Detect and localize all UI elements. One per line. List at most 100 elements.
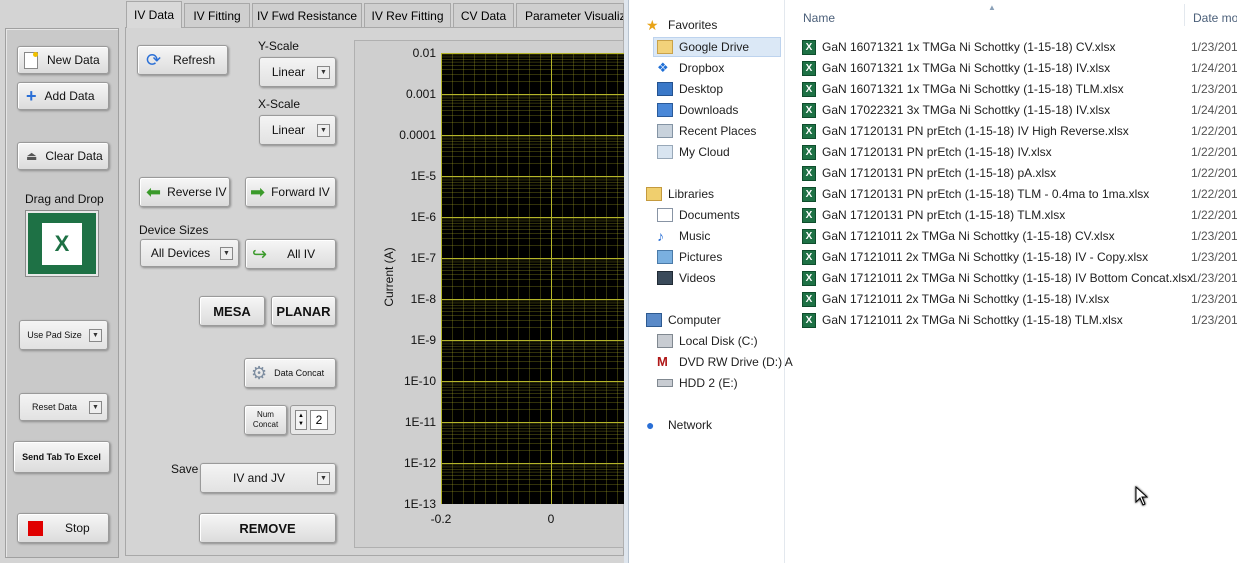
file-row[interactable]: X GaN 16071321 1x TMGa Ni Schottky (1-15-… [802,79,1124,99]
excel-file-icon: X [802,39,816,55]
tab-iv-fitting[interactable]: IV Fitting [184,3,250,27]
x-scale-select[interactable]: Linear ▼ [259,115,336,145]
tab-iv-fwd-resistance[interactable]: IV Fwd Resistance [252,3,362,27]
file-row[interactable]: X GaN 17120131 PN prEtch (1-15-18) IV.xls… [802,142,1052,162]
tab-parameter-visualization[interactable]: Parameter Visualiz [516,3,624,27]
file-name: GaN 16071321 1x TMGa Ni Schottky (1-15-1… [822,40,1116,54]
file-name: GaN 17121011 2x TMGa Ni Schottky (1-15-1… [822,292,1110,306]
nav-local-disk-c[interactable]: Local Disk (C:) [657,334,758,348]
add-data-button[interactable]: + Add Data [17,82,109,110]
nav-pictures[interactable]: Pictures [657,250,722,264]
save-select[interactable]: IV and JV ▼ [200,463,336,493]
file-row[interactable]: X GaN 17120131 PN prEtch (1-15-18) TLM - … [802,184,1149,204]
y-scale-select[interactable]: Linear ▼ [259,57,336,87]
file-row[interactable]: X GaN 16071321 1x TMGa Ni Schottky (1-15-… [802,58,1110,78]
file-row[interactable]: X GaN 17120131 PN prEtch (1-15-18) IV Hig… [802,121,1129,141]
file-name: GaN 17120131 PN prEtch (1-15-18) TLM.xls… [822,208,1066,222]
reset-data-select[interactable]: Reset Data ▼ [19,393,108,421]
column-header-name[interactable]: Name [803,11,835,25]
column-divider[interactable] [1184,4,1185,26]
nav-libraries[interactable]: Libraries [646,187,714,201]
tab-cv-data[interactable]: CV Data [453,3,514,27]
nav-downloads[interactable]: Downloads [657,103,738,117]
nav-google-drive[interactable]: Google Drive [657,40,749,54]
new-file-icon [24,51,38,69]
file-row[interactable]: X GaN 17120131 PN prEtch (1-15-18) pA.xls… [802,163,1056,183]
nav-music[interactable]: ♪ Music [657,229,710,243]
data-concat-button[interactable]: ⚙ Data Concat [244,358,336,388]
new-data-button[interactable]: New Data [17,46,109,74]
excel-file-icon: X [802,207,816,223]
y-tick-label: 1E-11 [404,415,436,429]
nav-videos[interactable]: Videos [657,271,715,285]
stop-button[interactable]: Stop [17,513,109,543]
y-scale-value: Linear [271,65,306,79]
excel-file-icon: X [802,186,816,202]
plot-area[interactable] [441,53,624,504]
forward-iv-button[interactable]: ➡ Forward IV [245,177,336,207]
chevron-down-icon: ▼ [220,246,233,260]
file-row[interactable]: X GaN 17121011 2x TMGa Ni Schottky (1-15-… [802,268,1193,288]
stepper-arrows-icon[interactable]: ▲ ▼ [295,410,307,430]
y-tick-label: 1E-5 [410,169,436,183]
folder-icon [657,40,673,54]
file-row[interactable]: X GaN 17121011 2x TMGa Ni Schottky (1-15-… [802,289,1109,309]
planar-button[interactable]: PLANAR [271,296,336,326]
downloads-icon [657,103,673,117]
clear-data-button[interactable]: ⏏ Clear Data [17,142,109,170]
arrow-left-icon: ⬅ [146,182,162,202]
device-sizes-value: All Devices [150,246,211,260]
file-name: GaN 17121011 2x TMGa Ni Schottky (1-15-1… [822,313,1123,327]
num-concat-label-2: Concat [252,420,279,429]
all-iv-button[interactable]: ↪ All IV [245,239,336,269]
remove-button[interactable]: REMOVE [199,513,336,543]
device-sizes-select[interactable]: All Devices ▼ [140,239,239,267]
nav-favorites[interactable]: ★ Favorites [646,18,717,32]
file-date: 1/23/201 [1191,292,1237,306]
num-concat-value[interactable]: 2 [309,410,328,430]
nav-dropbox[interactable]: ❖ Dropbox [657,61,724,76]
all-iv-label: All IV [287,247,316,261]
send-tab-to-excel-button[interactable]: Send Tab To Excel [13,441,110,473]
x-scale-label: X-Scale [258,97,301,111]
file-row[interactable]: X GaN 17120131 PN prEtch (1-15-18) TLM.xl… [802,205,1065,225]
y-tick-label: 1E-6 [410,210,436,224]
network-icon: ● [646,417,655,433]
x-tick-label: -0.2 [430,512,452,526]
nav-computer[interactable]: Computer [646,313,721,327]
file-row[interactable]: X GaN 17022321 3x TMGa Ni Schottky (1-15-… [802,100,1110,120]
labview-window: New Data + Add Data ⏏ Clear Data Drag an… [0,0,624,563]
file-row[interactable]: X GaN 17121011 2x TMGa Ni Schottky (1-15-… [802,247,1148,267]
file-row[interactable]: X GaN 17121011 2x TMGa Ni Schottky (1-15-… [802,226,1115,246]
refresh-button[interactable]: ⟳ Refresh [137,45,228,75]
column-header-date[interactable]: Date mo [1193,11,1237,25]
y-tick-label: 1E-10 [403,374,436,388]
excel-drop-icon[interactable]: X [26,211,98,276]
num-concat-stepper[interactable]: ▲ ▼ 2 [290,405,336,435]
mesa-button[interactable]: MESA [199,296,265,326]
x-tick-label: 0 [547,512,555,526]
tab-iv-data[interactable]: IV Data [126,1,182,28]
file-row[interactable]: X GaN 17121011 2x TMGa Ni Schottky (1-15-… [802,310,1123,330]
refresh-icon: ⟳ [146,50,162,70]
file-row[interactable]: X GaN 16071321 1x TMGa Ni Schottky (1-15-… [802,37,1115,57]
nav-desktop[interactable]: Desktop [657,82,723,96]
nav-documents[interactable]: Documents [657,208,740,222]
nav-hdd-e[interactable]: HDD 2 (E:) [657,376,738,390]
nav-recent-places[interactable]: Recent Places [657,124,756,138]
save-label: Save [171,462,199,476]
use-pad-size-select[interactable]: Use Pad Size ▼ [19,320,108,350]
x-scale-value: Linear [271,123,306,137]
nav-dvd-drive-d[interactable]: M DVD RW Drive (D:) A [657,355,793,370]
y-tick-label: 1E-9 [410,333,436,347]
file-name: GaN 17120131 PN prEtch (1-15-18) IV.xlsx [822,145,1052,159]
tab-iv-rev-fitting[interactable]: IV Rev Fitting [364,3,451,27]
file-date: 1/23/201 [1191,82,1237,96]
file-date: 1/24/201 [1191,61,1237,75]
use-pad-size-value: Use Pad Size [27,330,82,340]
reset-data-value: Reset Data [31,402,78,412]
file-date: 1/23/201 [1191,313,1237,327]
nav-my-cloud[interactable]: My Cloud [657,145,730,159]
reverse-iv-button[interactable]: ⬅ Reverse IV [139,177,230,207]
nav-network[interactable]: ● Network [646,418,712,432]
